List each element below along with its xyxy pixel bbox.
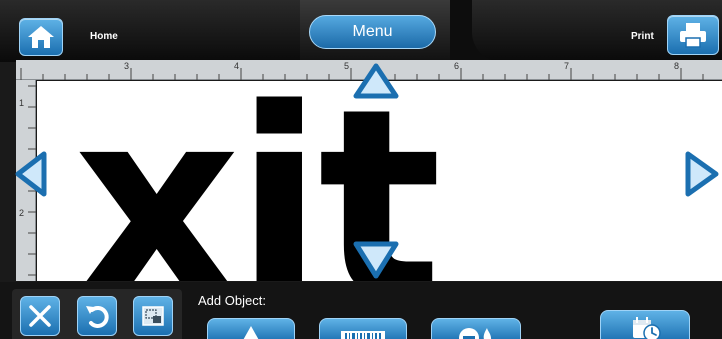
ruler-number: 5 bbox=[344, 61, 350, 71]
add-date-time-object-button[interactable] bbox=[600, 310, 690, 339]
arrow-right-icon[interactable] bbox=[684, 150, 720, 198]
ruler-number: 2 bbox=[19, 208, 25, 218]
zoom-fit-icon bbox=[142, 306, 164, 326]
home-label: Home bbox=[90, 31, 118, 42]
barcode-icon bbox=[341, 331, 385, 339]
add-object-label: Add Object: bbox=[198, 293, 266, 308]
undo-button[interactable] bbox=[77, 296, 117, 336]
menu-button[interactable]: Menu bbox=[309, 15, 436, 49]
print-button[interactable] bbox=[667, 15, 719, 55]
add-symbol-object-button[interactable] bbox=[431, 318, 521, 339]
ruler-number: 3 bbox=[124, 61, 130, 71]
arrow-left-icon[interactable] bbox=[14, 150, 48, 198]
text-object-icon bbox=[243, 326, 259, 339]
add-text-object-button[interactable] bbox=[207, 318, 295, 339]
arrow-down-icon[interactable] bbox=[352, 240, 400, 280]
ruler-number: 8 bbox=[674, 61, 680, 71]
ruler-number: 7 bbox=[564, 61, 570, 71]
calendar-clock-icon bbox=[633, 317, 661, 339]
delete-button[interactable] bbox=[20, 296, 60, 336]
printer-icon bbox=[680, 23, 706, 48]
home-button[interactable] bbox=[19, 18, 63, 56]
ruler-number: 4 bbox=[234, 61, 240, 71]
ruler-number: 1 bbox=[19, 98, 25, 108]
print-label: Print bbox=[631, 31, 654, 42]
ruler-number: 6 bbox=[454, 61, 460, 71]
arrow-up-icon[interactable] bbox=[352, 62, 400, 100]
add-barcode-object-button[interactable] bbox=[319, 318, 407, 339]
home-icon bbox=[28, 26, 54, 48]
symbol-icon bbox=[459, 328, 492, 339]
undo-icon bbox=[86, 306, 109, 328]
close-icon bbox=[29, 305, 51, 327]
fit-to-view-button[interactable] bbox=[133, 296, 173, 336]
